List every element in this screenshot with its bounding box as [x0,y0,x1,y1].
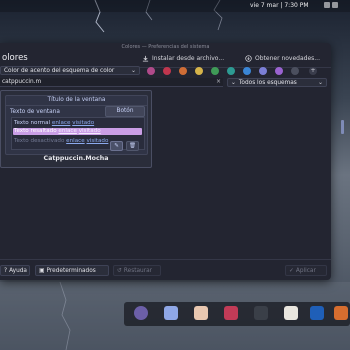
help-button[interactable]: ? Ayuda [0,265,30,276]
swatch-purple[interactable] [275,67,283,75]
apply-button[interactable]: ✓ Aplicar [285,265,327,276]
preview-button: Botón [105,106,145,117]
restore-button[interactable]: ↺ Restaurar [113,265,161,276]
theme-preview: Título de la ventana Texto de ventana Bo… [5,95,148,155]
app-icon[interactable] [334,306,348,320]
file-manager-icon[interactable] [164,306,178,320]
search-input[interactable]: catppuccin.m × [0,78,223,87]
delete-theme-icon[interactable]: 🗑 [126,141,139,151]
install-from-file-button[interactable]: Instalar desde archivo... [142,53,224,63]
swatch-orange[interactable] [179,67,187,75]
window-title: Colores — Preferencias del sistema [121,44,210,50]
install-label: Instalar desde archivo... [152,54,225,62]
swatch-indigo[interactable] [259,67,267,75]
edit-theme-icon[interactable]: ✎ [110,141,123,151]
swatch-green[interactable] [211,67,219,75]
tray-icon[interactable] [324,2,330,8]
scheme-filter-combo[interactable]: ⌄ Todos los esquemas ⌄ [227,78,327,87]
store-icon[interactable] [194,306,208,320]
mail-icon[interactable] [310,306,324,320]
get-new-label: Obtener novedades... [255,54,320,62]
theme-card-catppuccin-mocha[interactable]: Título de la ventana Texto de ventana Bo… [0,90,152,168]
swatch-magenta[interactable] [147,67,155,75]
page-title: olores [2,53,28,63]
tray-icon[interactable] [332,2,338,8]
office-icon[interactable] [224,306,238,320]
clock[interactable]: vie 7 mar | 7:30 PM [250,2,309,9]
preview-window-text: Texto de ventana [10,109,60,115]
browser-icon[interactable] [284,306,298,320]
preview-disabled-row: Texto desactivado enlace visitado [14,138,109,144]
chevron-down-icon: ⌄ [130,67,136,74]
top-panel: vie 7 mar | 7:30 PM [0,0,350,12]
terminal-icon[interactable] [254,306,268,320]
theme-name: Catppuccin.Mocha [43,155,109,162]
dock [124,302,350,326]
get-new-button[interactable]: Obtener novedades... [245,53,320,63]
download-icon [142,55,149,62]
accent-color-combo[interactable]: Color de acento del esquema de color ⌄ [0,66,140,75]
filter-icon: ⌄ [231,79,236,86]
system-tray[interactable] [322,2,346,10]
preview-normal-row: Texto normal enlace visitado [14,120,95,126]
apply-icon: ✓ [289,267,294,274]
filter-label: Todos los esquemas [238,79,297,86]
swatch-red[interactable] [163,67,171,75]
swatch-blue[interactable] [243,67,251,75]
clear-icon[interactable]: × [216,78,221,86]
preview-window-title: Título de la ventana [47,97,106,103]
defaults-button[interactable]: ▣ Predeterminados [35,265,109,276]
swatch-teal[interactable] [227,67,235,75]
preview-selected-row: Texto resaltado enlace visitado [13,128,142,135]
app-launcher-icon[interactable] [134,306,148,320]
defaults-icon: ▣ [39,267,45,274]
search-value: catppuccin.m [2,79,42,85]
swatch-yellow[interactable] [195,67,203,75]
accent-combo-label: Color de acento del esquema de color [4,67,115,74]
preview-list: Texto normal enlace visitado Texto resal… [11,117,145,150]
swatch-gray[interactable] [291,67,299,75]
add-color-icon[interactable]: + [309,67,317,75]
download-circle-icon [245,54,252,62]
restore-icon: ↺ [117,267,122,274]
edge-handle[interactable] [341,120,344,134]
footer-divider [0,259,331,260]
chevron-down-icon: ⌄ [317,79,323,86]
help-icon: ? [4,267,8,274]
